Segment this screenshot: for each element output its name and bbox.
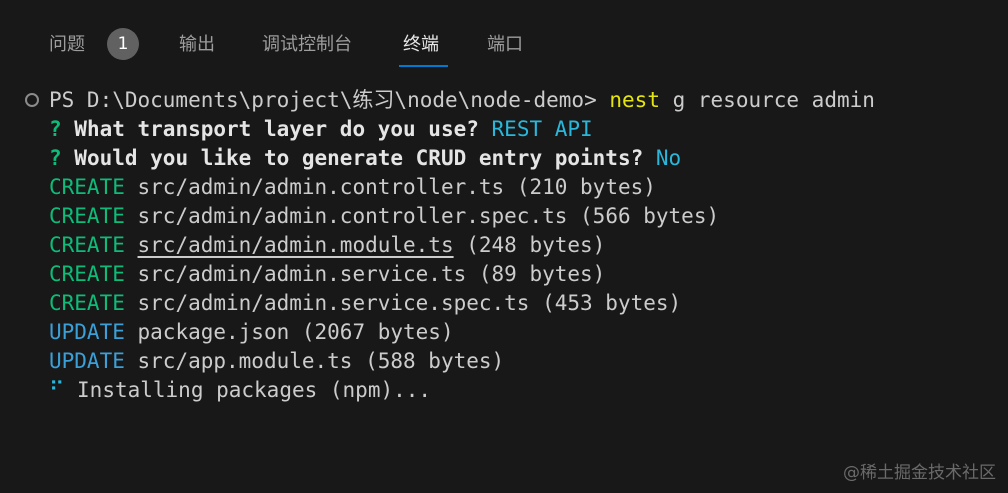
command-args: g resource admin — [659, 88, 875, 112]
file-entry-line: CREATE src/admin/admin.controller.spec.t… — [49, 202, 719, 231]
entry-action: CREATE — [49, 233, 125, 257]
entry-path: package.json — [137, 320, 290, 344]
entry-size: (566 bytes) — [567, 204, 720, 228]
question-line-crud: ? Would you like to generate CRUD entry … — [49, 144, 681, 173]
question-mark: ? — [49, 117, 62, 141]
panel-tab-bar: 问题 1 输出 调试控制台 终端 端口 — [0, 0, 1008, 72]
entry-path: src/app.module.ts — [137, 349, 353, 373]
terminal-panel: 问题 1 输出 调试控制台 终端 端口 PS D:\Documents\proj… — [0, 0, 1008, 493]
entry-path: src/admin/admin.service.spec.ts — [137, 291, 530, 315]
question-answer: REST API — [478, 117, 593, 141]
file-entry-line: CREATE src/admin/admin.controller.ts (21… — [49, 173, 656, 202]
tab-debug-console[interactable]: 调试控制台 — [262, 32, 352, 58]
entry-path-link[interactable]: src/admin/admin.module.ts — [138, 233, 454, 257]
file-entry-line: UPDATE src/app.module.ts (588 bytes) — [49, 347, 504, 376]
entry-size: (210 bytes) — [504, 175, 656, 199]
prompt-line: PS D:\Documents\project\练习\node\node-dem… — [49, 86, 875, 115]
active-tab-indicator — [399, 65, 448, 67]
problems-count-badge: 1 — [107, 28, 139, 60]
installing-line: ⠋ Installing packages (npm)... — [49, 376, 431, 405]
entry-path: src/admin/admin.service.ts — [137, 262, 467, 286]
question-line-transport: ? What transport layer do you use? REST … — [49, 115, 593, 144]
entry-action: UPDATE — [49, 320, 125, 344]
prompt-path: PS D:\Documents\project\练习\node\node-dem… — [49, 88, 597, 112]
watermark: @稀土掘金技术社区 — [843, 463, 996, 483]
command-name: nest — [609, 88, 660, 112]
spinner-icon: ⠋ — [49, 378, 65, 402]
entry-action: CREATE — [49, 175, 125, 199]
tab-ports[interactable]: 端口 — [487, 32, 523, 58]
file-entry-line: CREATE src/admin/admin.service.spec.ts (… — [49, 289, 681, 318]
entry-size: (89 bytes) — [466, 262, 606, 286]
installing-text: Installing packages (npm)... — [64, 378, 432, 402]
file-entry-line: UPDATE package.json (2067 bytes) — [49, 318, 454, 347]
entry-action: UPDATE — [49, 349, 125, 373]
tab-terminal[interactable]: 终端 — [403, 32, 439, 58]
tab-output[interactable]: 输出 — [179, 32, 215, 58]
question-answer: No — [643, 146, 682, 170]
entry-size: (453 bytes) — [529, 291, 682, 315]
entry-action: CREATE — [49, 262, 125, 286]
tab-problems[interactable]: 问题 — [49, 32, 85, 58]
file-entry-line: CREATE src/admin/admin.module.ts (248 by… — [49, 231, 605, 260]
entry-size: (248 bytes) — [453, 233, 606, 257]
entry-size: (2067 bytes) — [289, 320, 454, 344]
command-status-circle-icon[interactable] — [25, 93, 39, 107]
question-text: What transport layer do you use? — [61, 117, 479, 141]
entry-path: src/admin/admin.controller.ts — [137, 175, 505, 199]
file-entry-line: CREATE src/admin/admin.service.ts (89 by… — [49, 260, 605, 289]
question-text: Would you like to generate CRUD entry po… — [61, 146, 644, 170]
entry-action: CREATE — [49, 291, 125, 315]
entry-size: (588 bytes) — [352, 349, 505, 373]
question-mark: ? — [49, 146, 62, 170]
entry-action: CREATE — [49, 204, 125, 228]
entry-path: src/admin/admin.controller.spec.ts — [137, 204, 568, 228]
